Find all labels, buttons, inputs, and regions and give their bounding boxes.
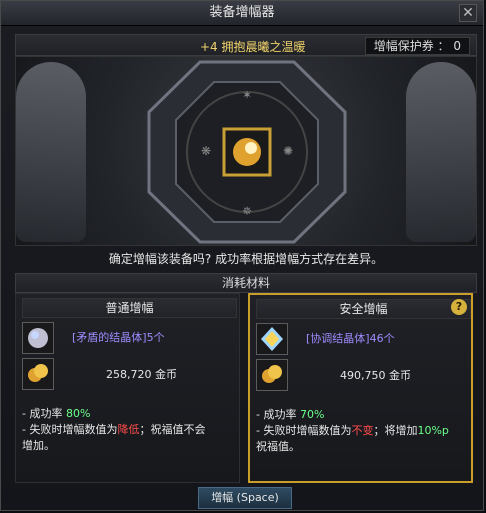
harmony-crystal-icon (257, 324, 287, 354)
statue-right-image (406, 62, 476, 242)
close-button[interactable]: ✕ (459, 4, 477, 22)
normal-fail-key: 降低 (117, 423, 140, 436)
close-icon: ✕ (462, 5, 474, 21)
window-title: 装备增幅器 (209, 5, 275, 20)
normal-gold-cost: 258,720 金币 (106, 368, 177, 381)
window-titlebar: 装备增幅器 ✕ (1, 1, 483, 26)
normal-enhance-panel[interactable]: 普通增幅 [矛盾的结晶体]5个 258,720 金币 - 成功率 80% - 失… (15, 293, 240, 483)
safe-fail-note: - 失败时增幅数值为 (256, 424, 352, 437)
normal-fail-note: - 失败时增幅数值为 (22, 423, 118, 436)
safe-enhance-title: 安全增幅 (256, 299, 471, 319)
item-name: +4 拥抱晨曦之温暖 (200, 40, 306, 54)
contradiction-crystal-slot[interactable] (22, 322, 54, 354)
safe-fail-note-end: 祝福值。 (256, 440, 300, 453)
help-icon[interactable]: ? (451, 299, 467, 315)
safe-success-rate-label: - 成功率 (256, 408, 300, 421)
normal-enhance-title: 普通增幅 (22, 298, 237, 318)
normal-material-label: [矛盾的结晶体]5个 (72, 331, 165, 344)
safe-material-label: [协调结晶体]46个 (306, 332, 395, 345)
safe-gold-slot[interactable] (256, 359, 288, 391)
harmony-crystal-slot[interactable] (256, 323, 288, 355)
safe-blessing-percent: 10%p (417, 424, 449, 437)
protect-voucher-count: 增幅保护券 ： 0 (364, 37, 470, 55)
safe-enhance-panel[interactable]: 安全增幅 ? [协调结晶体]46个 490,750 金币 - 成功率 70% - (248, 293, 473, 483)
statue-left-image (16, 62, 86, 242)
enhance-art: ✶ ❋ ✺ ✵ 异次元智力+20→+25(+5)额外魔法防御力+1160→+14… (15, 56, 477, 246)
enhance-dial: ✶ ❋ ✺ ✵ (147, 60, 347, 244)
confirm-message: 确定增幅该装备吗? 成功率根据增幅方式存在差异。 (108, 252, 384, 266)
safe-enhance-notes: - 成功率 70% - 失败时增幅数值为不变；将增加10%p 祝福值。 (256, 407, 469, 455)
safe-fail-key: 不变 (351, 424, 374, 437)
safe-success-rate: 70% (299, 408, 325, 421)
safe-fail-mid: ；将增加 (373, 424, 418, 437)
enhancer-window: 装备增幅器 ✕ +4 拥抱晨曦之温暖 增幅保护券 ： 0 ✶ ❋ ✺ ✵ 异次元… (0, 0, 484, 511)
gold-coins-icon (23, 359, 53, 389)
normal-gold-slot[interactable] (22, 358, 54, 390)
normal-fail-note-end: 增加。 (22, 439, 55, 452)
crystal-icon (23, 323, 53, 353)
enhance-button[interactable]: 增幅 (Space) (198, 487, 292, 509)
svg-text:❋: ❋ (201, 144, 211, 158)
svg-text:✵: ✵ (242, 204, 252, 218)
item-header: +4 拥抱晨曦之温暖 增幅保护券 ： 0 (15, 34, 477, 56)
gold-coins-icon-2 (257, 360, 287, 390)
normal-fail-note-suffix: ；祝福值不会 (139, 423, 206, 436)
normal-success-rate: 80% (65, 407, 91, 420)
svg-text:✺: ✺ (283, 144, 293, 158)
safe-gold-cost: 490,750 金币 (340, 369, 411, 382)
normal-success-rate-label: - 成功率 (22, 407, 66, 420)
materials-section-title: 消耗材料 (15, 273, 477, 293)
normal-enhance-notes: - 成功率 80% - 失败时增幅数值为降低；祝福值不会 增加。 (22, 406, 235, 454)
svg-text:✶: ✶ (242, 88, 252, 102)
